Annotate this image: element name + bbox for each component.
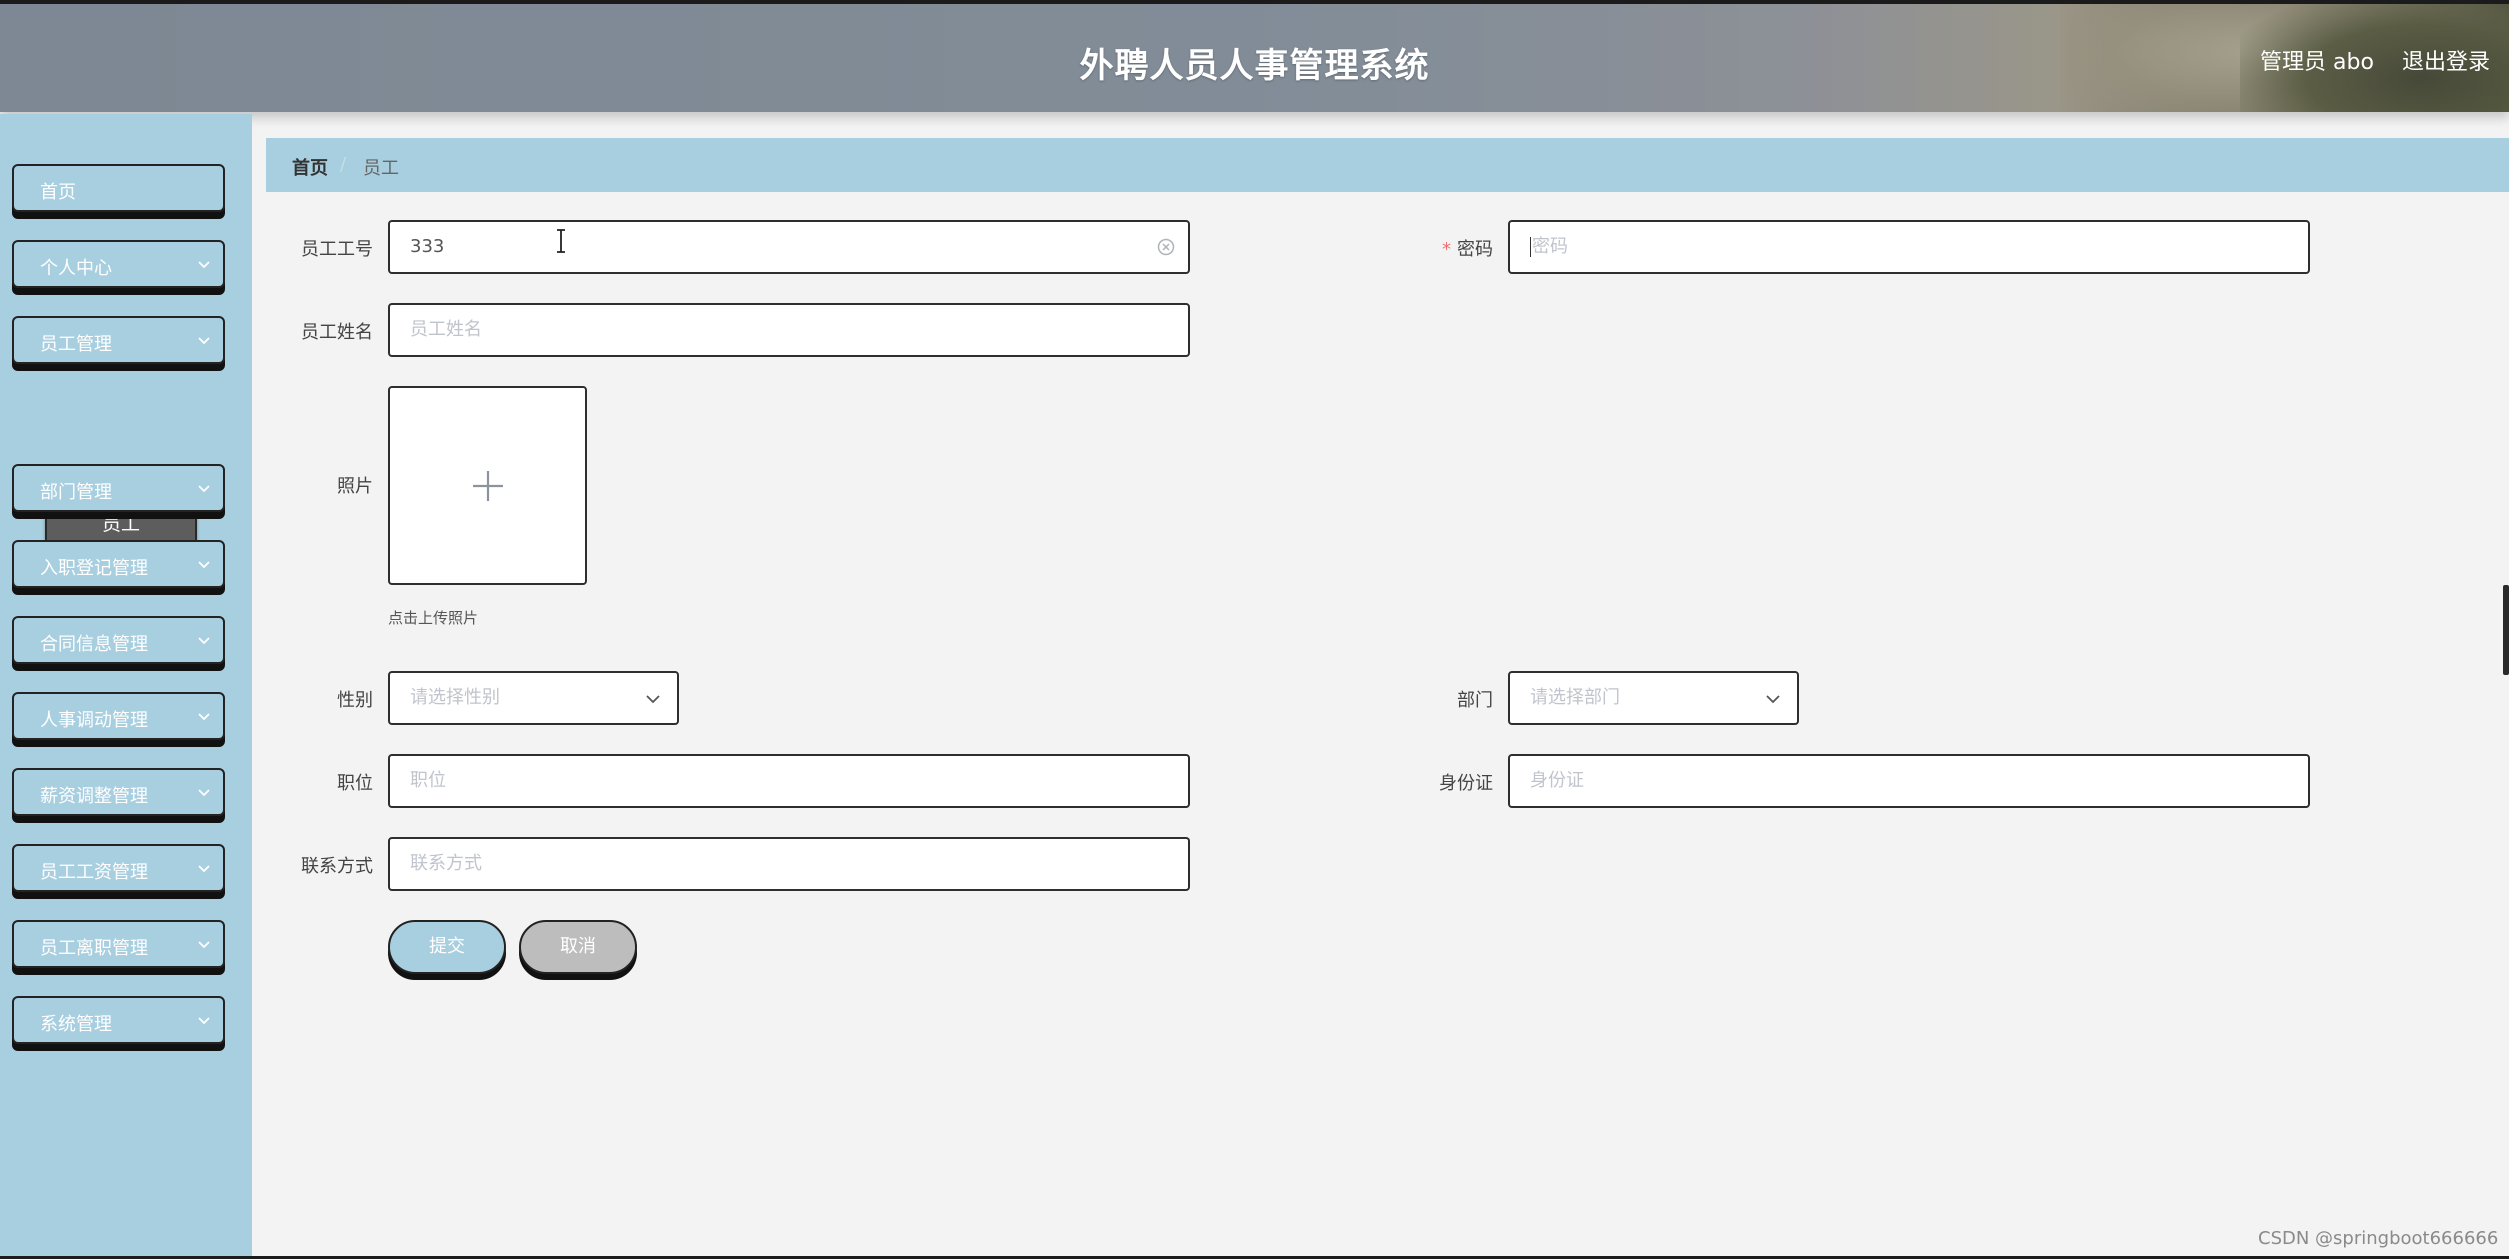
sidebar-item-label: 入职登记管理 <box>40 558 148 579</box>
breadcrumb-home[interactable]: 首页 <box>292 154 328 180</box>
employee-no-input[interactable]: 333 <box>388 220 1190 274</box>
breadcrumb: 首页 / 员工 <box>266 138 2509 192</box>
chevron-down-icon <box>198 337 210 345</box>
contact-placeholder: 联系方式 <box>410 853 482 874</box>
sidebar-item-label: 合同信息管理 <box>40 634 148 655</box>
watermark: CSDN @springboot666666 <box>2258 1228 2499 1249</box>
chevron-down-icon <box>198 561 210 569</box>
sidebar-item-system-management[interactable]: 系统管理 <box>12 996 225 1044</box>
chevron-down-icon <box>1766 695 1780 704</box>
gender-placeholder: 请选择性别 <box>410 687 500 708</box>
sidebar-item-label: 人事调动管理 <box>40 710 148 731</box>
sidebar-item-label: 系统管理 <box>40 1014 112 1035</box>
sidebar-item-department-management[interactable]: 部门管理 <box>12 464 225 512</box>
sidebar-item-label: 薪资调整管理 <box>40 786 148 807</box>
chevron-down-icon <box>198 261 210 269</box>
department-label: 部门 <box>1457 690 1493 711</box>
password-label-text: 密码 <box>1457 239 1493 260</box>
employee-name-placeholder: 员工姓名 <box>410 319 482 340</box>
contact-input[interactable]: 联系方式 <box>388 837 1190 891</box>
id-card-input[interactable]: 身份证 <box>1508 754 2310 808</box>
position-placeholder: 职位 <box>410 770 446 791</box>
position-label: 职位 <box>337 773 373 794</box>
chevron-down-icon <box>198 485 210 493</box>
sidebar-item-label: 个人中心 <box>40 258 112 279</box>
employee-name-input[interactable]: 员工姓名 <box>388 303 1190 357</box>
photo-label: 照片 <box>337 476 373 497</box>
top-header: 外聘人员人事管理系统 管理员 abo 退出登录 <box>0 4 2509 112</box>
sidebar-item-transfer-management[interactable]: 人事调动管理 <box>12 692 225 740</box>
chevron-down-icon <box>198 1017 210 1025</box>
current-user-label: 管理员 abo <box>2260 50 2374 75</box>
sidebar-item-label: 员工离职管理 <box>40 938 148 959</box>
gender-select[interactable]: 请选择性别 <box>388 671 679 725</box>
chevron-down-icon <box>198 637 210 645</box>
contact-label: 联系方式 <box>301 856 373 877</box>
gender-label: 性别 <box>337 690 373 711</box>
sidebar-item-resignation-management[interactable]: 员工离职管理 <box>12 920 225 968</box>
position-input[interactable]: 职位 <box>388 754 1190 808</box>
sidebar-item-label: 首页 <box>40 182 76 203</box>
sidebar-item-salary-adjust-management[interactable]: 薪资调整管理 <box>12 768 225 816</box>
sidebar-item-label: 员工工资管理 <box>40 862 148 883</box>
submit-button[interactable]: 提交 <box>388 920 506 974</box>
sidebar-item-wage-management[interactable]: 员工工资管理 <box>12 844 225 892</box>
password-label: * 密码 <box>1363 235 1493 261</box>
password-input[interactable]: 密码 <box>1508 220 2310 274</box>
chevron-down-icon <box>646 695 660 704</box>
sidebar-item-label: 员工管理 <box>40 334 112 355</box>
sidebar-item-employee-management[interactable]: 员工管理 <box>12 316 225 364</box>
employee-no-label: 员工工号 <box>301 239 373 260</box>
breadcrumb-current: 员工 <box>363 158 399 179</box>
chevron-down-icon <box>198 941 210 949</box>
photo-upload-box[interactable] <box>388 386 587 585</box>
required-mark: * <box>1442 239 1451 260</box>
clear-circle-icon[interactable] <box>1156 237 1176 257</box>
scrollbar-thumb[interactable] <box>2503 585 2509 675</box>
chevron-down-icon <box>198 713 210 721</box>
department-select[interactable]: 请选择部门 <box>1508 671 1799 725</box>
text-caret <box>1530 237 1531 257</box>
chevron-down-icon <box>198 865 210 873</box>
sidebar: 首页 个人中心 员工管理 员工 部门管理 入职登记管理 合同信息管理 人事调动管… <box>0 114 252 1256</box>
sidebar-item-label: 部门管理 <box>40 482 112 503</box>
photo-upload-tip: 点击上传照片 <box>388 609 479 627</box>
sidebar-item-home[interactable]: 首页 <box>12 164 225 212</box>
id-card-placeholder: 身份证 <box>1530 770 1584 791</box>
employee-no-value: 333 <box>410 236 445 257</box>
plus-icon <box>473 471 503 501</box>
sidebar-item-contract-management[interactable]: 合同信息管理 <box>12 616 225 664</box>
cancel-button[interactable]: 取消 <box>519 920 637 974</box>
id-card-label: 身份证 <box>1439 773 1493 794</box>
text-cursor-icon <box>557 229 565 253</box>
sidebar-item-personal-center[interactable]: 个人中心 <box>12 240 225 288</box>
breadcrumb-separator: / <box>340 154 347 175</box>
sidebar-subitem-label: 员工 <box>101 513 140 535</box>
department-placeholder: 请选择部门 <box>1530 687 1620 708</box>
sidebar-item-onboarding-management[interactable]: 入职登记管理 <box>12 540 225 588</box>
site-title: 外聘人员人事管理系统 <box>1079 46 1430 86</box>
employee-name-label: 员工姓名 <box>301 322 373 343</box>
logout-link[interactable]: 退出登录 <box>2402 44 2490 76</box>
chevron-down-icon <box>198 789 210 797</box>
password-placeholder: 密码 <box>1532 236 1568 257</box>
